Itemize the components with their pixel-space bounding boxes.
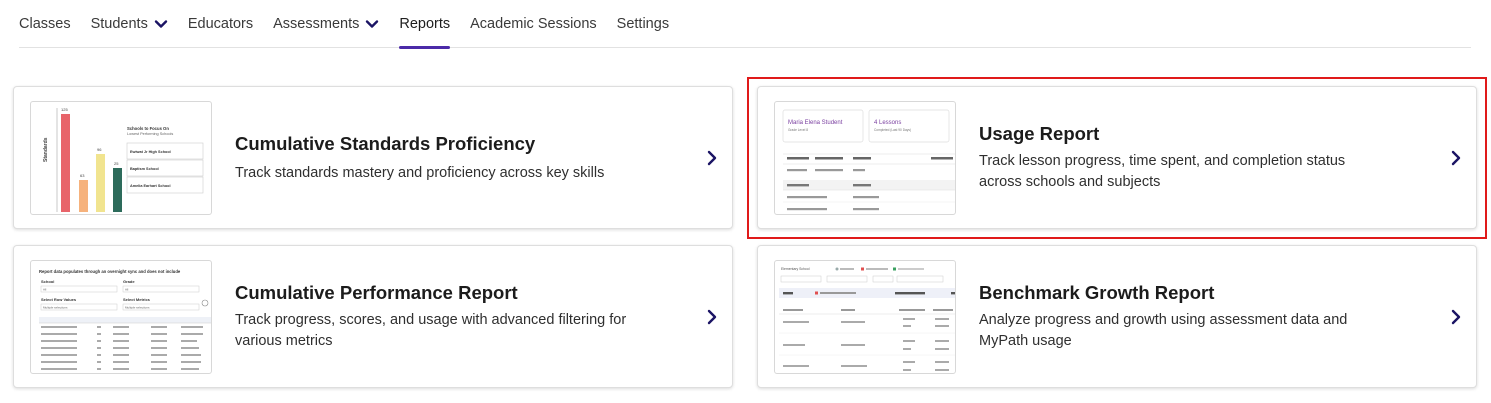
thumb-student-name: Maria Elena Student xyxy=(788,120,843,126)
thumb-filter-value: All xyxy=(43,288,47,292)
thumb-subheading: Lowest Performing Schools xyxy=(127,132,173,136)
thumb-student-sub: Grade Level 8 xyxy=(788,128,808,132)
nav-tab-label: Settings xyxy=(616,16,670,32)
thumb-bar-label: 96 xyxy=(97,147,102,152)
card-title: Cumulative Standards Proficiency xyxy=(235,133,536,154)
chevron-right-icon[interactable] xyxy=(705,308,719,326)
report-card-cumulative-standards[interactable]: Standards 125 63 96 25 Schools to Focus … xyxy=(13,86,733,229)
nav-tab-label: Students xyxy=(90,16,148,32)
thumb-label: Elementary School xyxy=(781,267,810,271)
card-title: Cumulative Performance Report xyxy=(235,282,518,303)
nav-tab-label: Assessments xyxy=(273,16,360,32)
thumb-filter-value: Multiple selections xyxy=(43,306,68,310)
nav-tab-settings[interactable]: Settings xyxy=(617,0,669,48)
report-thumbnail: Maria Elena Student Grade Level 8 4 Less… xyxy=(774,101,956,215)
thumb-bar xyxy=(113,168,122,212)
nav-tab-reports[interactable]: Reports xyxy=(399,0,451,49)
report-thumbnail: Report data populates through an overnig… xyxy=(30,260,212,374)
thumb-filter-label: Select Metrics xyxy=(123,297,151,302)
nav-tab-label: Educators xyxy=(187,16,254,32)
thumb-filter-value: All xyxy=(125,288,129,292)
thumb-bar xyxy=(61,114,70,212)
thumb-bar xyxy=(96,154,105,212)
chevron-down-icon xyxy=(365,17,379,31)
thumb-bar-label: 25 xyxy=(114,161,119,166)
thumb-filter-value: Multiple selections xyxy=(125,306,150,310)
nav-tab-academic-sessions[interactable]: Academic Sessions xyxy=(470,0,597,48)
card-title: Benchmark Growth Report xyxy=(979,282,1215,303)
report-thumbnail: Standards 125 63 96 25 Schools to Focus … xyxy=(30,101,212,215)
nav-tab-students[interactable]: Students xyxy=(91,0,168,48)
chevron-right-icon[interactable] xyxy=(705,149,719,167)
thumb-heading: Schools to Focus On xyxy=(127,126,169,131)
thumb-banner: Report data populates through an overnig… xyxy=(39,269,181,274)
nav-tab-assessments[interactable]: Assessments xyxy=(273,0,379,48)
nav-tab-label: Reports xyxy=(399,16,451,32)
nav-tab-label: Classes xyxy=(19,16,71,32)
thumb-axis-label: Standards xyxy=(43,137,49,162)
nav-tab-label: Academic Sessions xyxy=(470,16,597,32)
thumb-bar-label: 63 xyxy=(80,173,85,178)
thumb-bar xyxy=(79,180,88,212)
report-card-benchmark-growth[interactable]: Elementary School Benchmark Growth Repor… xyxy=(757,245,1477,388)
report-thumbnail: Elementary School xyxy=(774,260,956,374)
report-card-usage-report[interactable]: Maria Elena Student Grade Level 8 4 Less… xyxy=(757,86,1477,229)
chevron-right-icon[interactable] xyxy=(1449,149,1463,167)
thumb-school: Amelia Earhart School xyxy=(130,184,171,188)
card-description: Track progress, scores, and usage with a… xyxy=(235,312,627,349)
thumb-lessons-sub: Completed (Last 90 Days) xyxy=(874,128,911,132)
thumb-school: Baptism School xyxy=(130,167,159,171)
chevron-right-icon[interactable] xyxy=(1449,308,1463,326)
report-card-cumulative-performance[interactable]: Report data populates through an overnig… xyxy=(13,245,733,388)
chevron-down-icon xyxy=(154,17,168,31)
card-description: Analyze progress and growth using assess… xyxy=(979,312,1348,349)
thumb-bar-label: 125 xyxy=(61,107,68,112)
nav-tab-classes[interactable]: Classes xyxy=(19,0,71,48)
card-description: Track standards mastery and proficiency … xyxy=(235,165,605,181)
thumb-filter-label: Select Row Values xyxy=(41,297,77,302)
card-description: Track lesson progress, time spent, and c… xyxy=(979,153,1346,190)
card-title: Usage Report xyxy=(979,123,1100,144)
thumb-filter-label: Grade xyxy=(123,279,135,284)
nav-tab-educators[interactable]: Educators xyxy=(188,0,253,48)
top-nav: Classes Students Educators Assessments R… xyxy=(19,0,1471,49)
thumb-filter-label: School xyxy=(41,279,54,284)
thumb-lessons: 4 Lessons xyxy=(874,120,901,126)
thumb-school: Ewiwat Jr High School xyxy=(130,150,171,154)
